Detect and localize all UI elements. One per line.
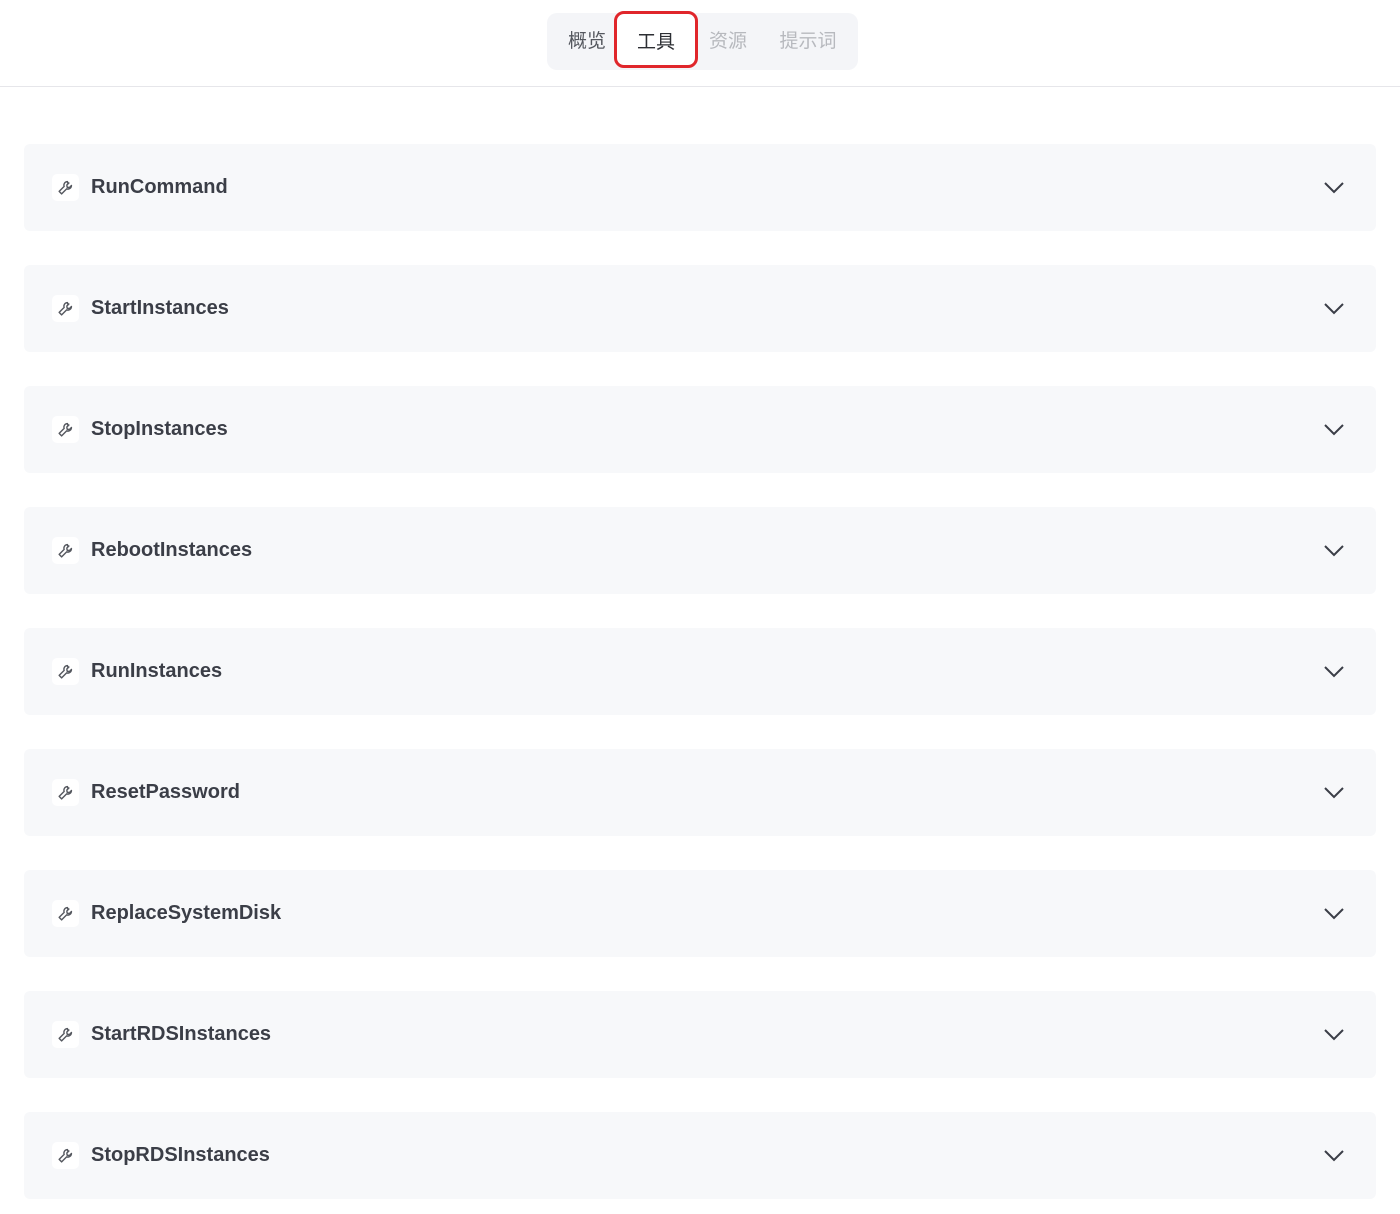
wrench-icon	[52, 779, 79, 806]
tool-name: RunInstances	[91, 660, 223, 682]
tab-overview[interactable]: 概览	[557, 13, 617, 70]
tool-name: StopRDSInstances	[91, 1144, 270, 1166]
wrench-icon	[52, 900, 79, 927]
wrench-icon	[52, 1021, 79, 1048]
tool-name: StartInstances	[91, 297, 229, 319]
tab-resources[interactable]: 资源	[703, 13, 753, 70]
tool-list: RunCommand StartInstances StopInstances …	[24, 144, 1376, 1199]
chevron-down-icon[interactable]	[1322, 418, 1346, 442]
chevron-down-icon[interactable]	[1322, 539, 1346, 563]
tool-item-stoprdsinstances[interactable]: StopRDSInstances	[24, 1112, 1376, 1199]
tool-item-stopinstances[interactable]: StopInstances	[24, 386, 1376, 473]
tab-tools[interactable]: 工具	[614, 11, 698, 68]
chevron-down-icon[interactable]	[1322, 297, 1346, 321]
tool-item-rebootinstances[interactable]: RebootInstances	[24, 507, 1376, 594]
tool-item-startrdsinstances[interactable]: StartRDSInstances	[24, 991, 1376, 1078]
wrench-icon	[52, 537, 79, 564]
tool-name: StopInstances	[91, 418, 228, 440]
wrench-icon	[52, 1142, 79, 1169]
tab-bar: 概览 工具 资源 提示词	[547, 11, 858, 70]
chevron-down-icon[interactable]	[1322, 781, 1346, 805]
tool-name: RunCommand	[91, 176, 228, 198]
tool-name: ReplaceSystemDisk	[91, 902, 282, 924]
tool-item-runinstances[interactable]: RunInstances	[24, 628, 1376, 715]
tool-name: StartRDSInstances	[91, 1023, 272, 1045]
chevron-down-icon[interactable]	[1322, 1144, 1346, 1168]
chevron-down-icon[interactable]	[1322, 1023, 1346, 1047]
tab-prompts[interactable]: 提示词	[773, 13, 843, 70]
tool-name: RebootInstances	[91, 539, 253, 561]
wrench-icon	[52, 295, 79, 322]
wrench-icon	[52, 174, 79, 201]
wrench-icon	[52, 658, 79, 685]
chevron-down-icon[interactable]	[1322, 902, 1346, 926]
chevron-down-icon[interactable]	[1322, 660, 1346, 684]
tool-item-replacesystemdisk[interactable]: ReplaceSystemDisk	[24, 870, 1376, 957]
tool-item-resetpassword[interactable]: ResetPassword	[24, 749, 1376, 836]
chevron-down-icon[interactable]	[1322, 176, 1346, 200]
tool-item-runcommand[interactable]: RunCommand	[24, 144, 1376, 231]
tool-item-startinstances[interactable]: StartInstances	[24, 265, 1376, 352]
wrench-icon	[52, 416, 79, 443]
tool-name: ResetPassword	[91, 781, 240, 803]
top-header: 概览 工具 资源 提示词	[0, 0, 1400, 87]
